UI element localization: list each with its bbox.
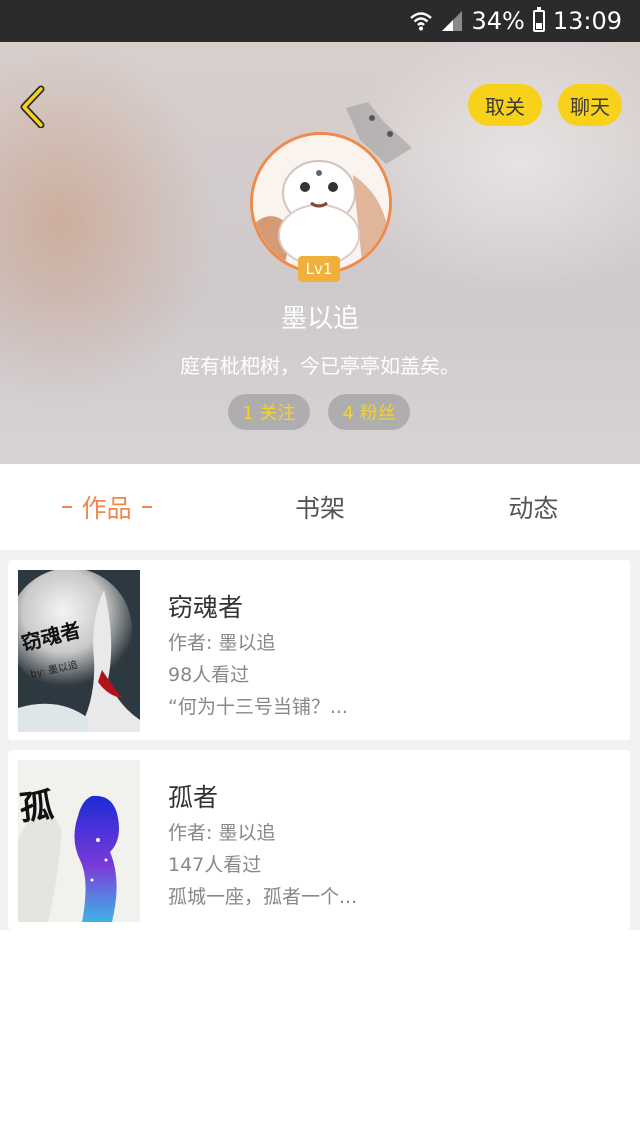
tab-bookshelf-label: 书架 <box>294 494 345 523</box>
battery-percent: 34% <box>471 7 525 35</box>
back-button[interactable] <box>14 84 54 129</box>
book-title: 窃魂者 <box>168 593 244 622</box>
avatar-image <box>253 135 389 271</box>
wifi-icon <box>410 12 433 31</box>
book-author: 作者: 墨以追 <box>168 632 276 654</box>
tab-indicator <box>61 506 72 508</box>
tab-works-label: 作品 <box>81 494 132 523</box>
book-title: 孤者 <box>168 783 219 812</box>
status-bar: 34% 13:09 <box>0 0 640 42</box>
chevron-left-icon <box>20 85 45 129</box>
tab-bookshelf[interactable]: 书架 <box>213 464 426 550</box>
profile-header: 取关 聊天 Lv1 墨以追 庭有枇杷树，今已亭亭如盖矣。 1 关注 4 粉丝 <box>0 42 640 464</box>
chat-button[interactable]: 聊天 <box>558 84 622 126</box>
book-cover: 孤 <box>18 760 140 922</box>
fans-count[interactable]: 4 粉丝 <box>328 394 410 430</box>
username: 墨以追 <box>280 304 359 334</box>
book-cover: 窃魂者 by: 墨以追 <box>18 570 140 732</box>
tab-works[interactable]: 作品 <box>0 464 213 550</box>
signal-icon <box>442 11 463 31</box>
works-list: 窃魂者 by: 墨以追 窃魂者 作者: 墨以追 98人看过 “何为十三号当铺？.… <box>0 550 640 930</box>
cover-title: 孤 <box>18 785 56 828</box>
profile-tabs: 作品 书架 动态 <box>0 464 640 550</box>
avatar[interactable] <box>250 132 392 274</box>
book-views: 147人看过 <box>168 854 262 876</box>
tab-activity[interactable]: 动态 <box>427 464 640 550</box>
tab-activity-label: 动态 <box>508 494 559 523</box>
book-author: 作者: 墨以追 <box>168 822 276 844</box>
battery-icon <box>532 7 545 32</box>
work-card[interactable]: 孤 孤者 作者: 墨以追 147人看过 孤城一座，孤者一个... <box>8 750 630 930</box>
book-excerpt: 孤城一座，孤者一个... <box>168 886 358 908</box>
following-count[interactable]: 1 关注 <box>228 394 310 430</box>
work-card[interactable]: 窃魂者 by: 墨以追 窃魂者 作者: 墨以追 98人看过 “何为十三号当铺？.… <box>8 560 630 740</box>
profile-bio: 庭有枇杷树，今已亭亭如盖矣。 <box>180 354 460 378</box>
level-badge: Lv1 <box>298 256 340 282</box>
book-views: 98人看过 <box>168 664 250 686</box>
unfollow-button[interactable]: 取关 <box>468 84 542 126</box>
clock: 13:09 <box>552 7 622 35</box>
book-excerpt: “何为十三号当铺？... <box>168 696 348 718</box>
tab-indicator <box>141 506 152 508</box>
